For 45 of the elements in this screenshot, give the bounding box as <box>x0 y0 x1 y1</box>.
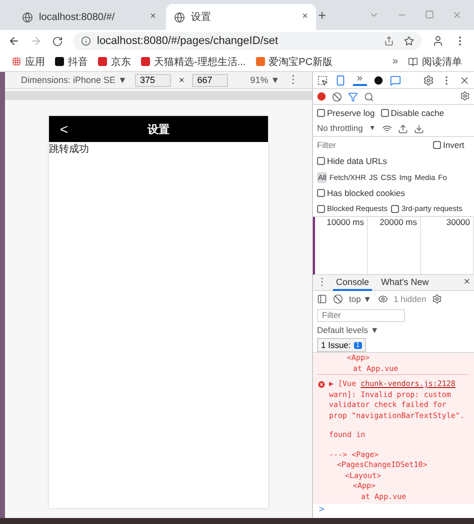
status-text: 跳转成功 <box>49 142 90 156</box>
device-dropdown[interactable]: Dimensions: iPhone SE ▼ <box>21 76 127 84</box>
more-bookmarks-button[interactable]: » <box>392 56 398 66</box>
bookmark[interactable]: 应用 <box>12 54 45 68</box>
height-field[interactable]: 667 <box>192 74 228 86</box>
close-tab-button[interactable]: × <box>150 12 156 22</box>
close-tab-button[interactable]: × <box>302 12 308 22</box>
timeline-tick: 30000 <box>421 217 474 274</box>
new-tab-button[interactable]: + <box>318 8 326 22</box>
bookmark-label: 爱淘宝PC新版 <box>268 56 333 68</box>
log-levels-dropdown[interactable]: Default levels ▼ <box>317 326 379 335</box>
browser-tab[interactable]: localhost:8080/#/ × <box>14 4 164 30</box>
checkbox[interactable]: Preserve log <box>317 108 375 118</box>
checkbox[interactable]: Hide data URLs <box>317 156 388 166</box>
checkbox[interactable]: Has blocked cookies <box>317 188 405 198</box>
browser-tab[interactable]: 设置 × <box>166 4 316 30</box>
page-title: 设置 <box>146 122 170 136</box>
more-tabs-button[interactable]: » <box>353 74 367 86</box>
checkbox[interactable]: Invert <box>433 140 464 150</box>
timeline-tick: 20000 ms <box>368 217 421 274</box>
drawer-menu-button[interactable]: ⋮ <box>317 278 327 288</box>
drawer-tab[interactable]: What's New <box>378 274 432 290</box>
bookmark-label: 应用 <box>25 56 45 68</box>
bookmark-label: 抖音 <box>68 56 88 68</box>
more-options-button[interactable]: ⋮ <box>288 74 299 86</box>
context-dropdown[interactable]: top ▼ <box>349 294 372 304</box>
times-sign: × <box>178 75 184 85</box>
checkbox[interactable]: Disable cache <box>380 108 444 118</box>
back-button[interactable]: < <box>49 122 79 136</box>
bookmark-label: 京东 <box>111 56 131 68</box>
bookmark[interactable]: 抖音 <box>55 54 88 68</box>
address-bar[interactable]: localhost:8080/#/pages/changeID/set <box>73 32 422 50</box>
zoom-dropdown[interactable]: 91% ▼ <box>250 76 280 84</box>
bookmark[interactable]: 京东 <box>98 54 131 68</box>
drawer-tab[interactable]: Console <box>333 274 372 290</box>
console-filter-field[interactable]: Filter <box>317 308 405 322</box>
close-drawer-button[interactable]: × <box>464 277 470 288</box>
bookmark[interactable]: 天猫精选-理想生活... <box>141 54 246 68</box>
width-field[interactable]: 375 <box>134 74 171 86</box>
hidden-count: 1 hidden <box>394 294 426 304</box>
reading-list-button[interactable]: 阅读清单 <box>408 54 462 68</box>
timeline-tick: 10000 ms <box>315 217 368 274</box>
bookmark[interactable]: 爱淘宝PC新版 <box>256 54 333 68</box>
bookmark-label: 天猫精选-理想生活... <box>154 56 246 68</box>
throttling-dropdown[interactable]: No throttling <box>317 124 363 133</box>
